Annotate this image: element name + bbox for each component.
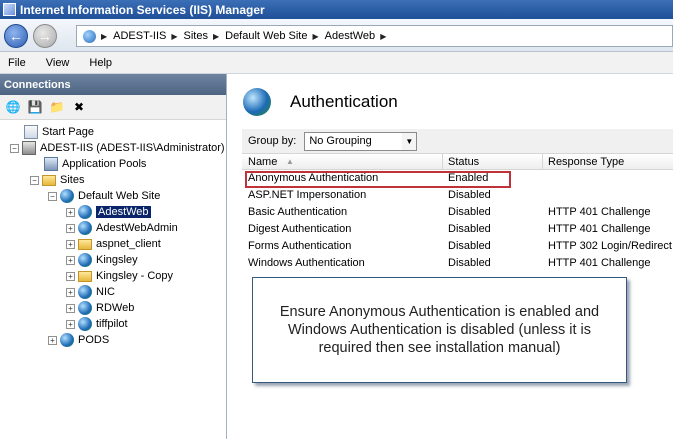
tree-item-kingsley[interactable]: + Kingsley bbox=[66, 252, 138, 268]
globe-icon bbox=[78, 253, 92, 267]
address-bar[interactable]: ▶ ADEST-IIS ▶ Sites ▶ Default Web Site ▶… bbox=[76, 25, 673, 47]
table-row[interactable]: ASP.NET Impersonation Disabled bbox=[242, 187, 673, 204]
table-header: Name ▲ Status Response Type bbox=[242, 153, 673, 170]
expand-icon[interactable]: + bbox=[66, 303, 75, 313]
breadcrumb-server[interactable]: ADEST-IIS bbox=[113, 30, 166, 42]
column-header-name[interactable]: Name bbox=[248, 156, 277, 168]
menu-help[interactable]: Help bbox=[89, 57, 112, 69]
tree-item-default-web-site[interactable]: − Default Web Site bbox=[48, 188, 160, 204]
column-header-status[interactable]: Status bbox=[448, 156, 479, 168]
group-by-bar: Group by: No Grouping ▼ bbox=[242, 129, 673, 153]
tree-item-tiffpilot[interactable]: + tiffpilot bbox=[66, 316, 128, 332]
breadcrumb-default-web-site[interactable]: Default Web Site bbox=[225, 30, 307, 42]
tree-item-sites[interactable]: − Sites bbox=[30, 172, 84, 188]
column-header-response-type[interactable]: Response Type bbox=[548, 156, 624, 168]
collapse-icon[interactable]: − bbox=[30, 175, 39, 185]
connect-globe-icon[interactable]: 🌐 bbox=[4, 98, 22, 116]
breadcrumb-adestweb[interactable]: AdestWeb bbox=[325, 30, 376, 42]
page-title: Authentication bbox=[290, 92, 398, 111]
table-row[interactable]: Windows Authentication Disabled HTTP 401… bbox=[242, 255, 673, 272]
chevron-right-icon[interactable]: ▶ bbox=[312, 32, 318, 41]
up-folder-icon[interactable]: 📁 bbox=[48, 98, 66, 116]
disconnect-icon[interactable]: ✖ bbox=[70, 98, 88, 116]
tree-item-aspnet-client[interactable]: + aspnet_client bbox=[66, 236, 161, 252]
highlight-annotation bbox=[245, 171, 511, 188]
server-icon bbox=[22, 141, 36, 155]
menu-view[interactable]: View bbox=[46, 57, 70, 69]
connections-tree: Start Page − ADEST-IIS (ADEST-IIS\Admini… bbox=[0, 120, 226, 347]
globe-icon bbox=[60, 189, 74, 203]
collapse-icon[interactable]: − bbox=[48, 191, 57, 201]
app-pool-icon bbox=[44, 157, 58, 171]
connections-panel: Connections 🌐 💾 📁 ✖ Start Page − ADEST-I… bbox=[0, 74, 227, 439]
group-by-dropdown[interactable]: No Grouping ▼ bbox=[304, 131, 418, 151]
globe-icon bbox=[78, 317, 92, 331]
expand-icon[interactable]: + bbox=[66, 255, 75, 265]
tree-item-server[interactable]: − ADEST-IIS (ADEST-IIS\Administrator) bbox=[10, 140, 225, 156]
folder-icon bbox=[78, 238, 92, 250]
folder-icon bbox=[78, 270, 92, 282]
tree-item-adestweb[interactable]: + AdestWeb bbox=[66, 204, 151, 220]
tree-item-application-pools[interactable]: Application Pools bbox=[44, 156, 146, 172]
collapse-icon[interactable]: − bbox=[10, 143, 19, 153]
chevron-right-icon[interactable]: ▶ bbox=[380, 32, 386, 41]
save-icon[interactable]: 💾 bbox=[26, 98, 44, 116]
window-title-bar: Internet Information Services (IIS) Mana… bbox=[0, 0, 673, 19]
globe-icon bbox=[78, 205, 92, 219]
column-separator[interactable] bbox=[542, 154, 543, 170]
start-page-icon bbox=[24, 125, 38, 139]
breadcrumb-sites[interactable]: Sites bbox=[184, 30, 208, 42]
table-row[interactable]: Basic Authentication Disabled HTTP 401 C… bbox=[242, 204, 673, 221]
tree-item-start-page[interactable]: Start Page bbox=[24, 124, 94, 140]
chevron-right-icon[interactable]: ▶ bbox=[171, 32, 177, 41]
forward-button[interactable]: → bbox=[33, 24, 57, 48]
instruction-callout: Ensure Anonymous Authentication is enabl… bbox=[252, 277, 627, 383]
tree-item-pods[interactable]: + PODS bbox=[48, 332, 109, 348]
navigation-bar: ← → ▶ ADEST-IIS ▶ Sites ▶ Default Web Si… bbox=[0, 19, 673, 52]
connections-header: Connections bbox=[0, 74, 226, 95]
tree-item-nic[interactable]: + NIC bbox=[66, 284, 115, 300]
chevron-right-icon[interactable]: ▶ bbox=[101, 32, 107, 41]
tree-item-rdweb[interactable]: + RDWeb bbox=[66, 300, 134, 316]
expand-icon[interactable]: + bbox=[66, 287, 75, 297]
expand-icon[interactable]: + bbox=[66, 239, 75, 249]
table-row[interactable]: Forms Authentication Disabled HTTP 302 L… bbox=[242, 238, 673, 255]
table-row[interactable]: Digest Authentication Disabled HTTP 401 … bbox=[242, 221, 673, 238]
connections-toolbar: 🌐 💾 📁 ✖ bbox=[0, 95, 226, 120]
globe-icon bbox=[83, 29, 96, 43]
group-by-label: Group by: bbox=[248, 135, 297, 147]
column-separator[interactable] bbox=[442, 154, 443, 170]
tree-item-kingsley-copy[interactable]: + Kingsley - Copy bbox=[66, 268, 173, 284]
group-by-value: No Grouping bbox=[309, 135, 372, 147]
globe-icon bbox=[78, 301, 92, 315]
authentication-globe-icon bbox=[243, 88, 271, 116]
sort-ascending-icon: ▲ bbox=[286, 157, 294, 166]
window-title: Internet Information Services (IIS) Mana… bbox=[20, 2, 265, 17]
iis-manager-icon bbox=[3, 3, 16, 16]
chevron-right-icon[interactable]: ▶ bbox=[213, 32, 219, 41]
menu-bar: File View Help bbox=[0, 52, 673, 74]
expand-icon[interactable]: + bbox=[66, 271, 75, 281]
expand-icon[interactable]: + bbox=[66, 319, 75, 329]
globe-icon bbox=[78, 221, 92, 235]
main-panel: Authentication Group by: No Grouping ▼ N… bbox=[228, 74, 673, 439]
back-button[interactable]: ← bbox=[4, 24, 28, 48]
menu-file[interactable]: File bbox=[8, 57, 26, 69]
tree-item-adestwebadmin[interactable]: + AdestWebAdmin bbox=[66, 220, 178, 236]
expand-icon[interactable]: + bbox=[66, 207, 75, 217]
expand-icon[interactable]: + bbox=[66, 223, 75, 233]
expand-icon[interactable]: + bbox=[48, 335, 57, 345]
folder-icon bbox=[42, 174, 56, 186]
globe-icon bbox=[60, 333, 74, 347]
globe-icon bbox=[78, 285, 92, 299]
callout-text: Ensure Anonymous Authentication is enabl… bbox=[279, 304, 600, 356]
dropdown-arrow-icon[interactable]: ▼ bbox=[402, 132, 417, 150]
